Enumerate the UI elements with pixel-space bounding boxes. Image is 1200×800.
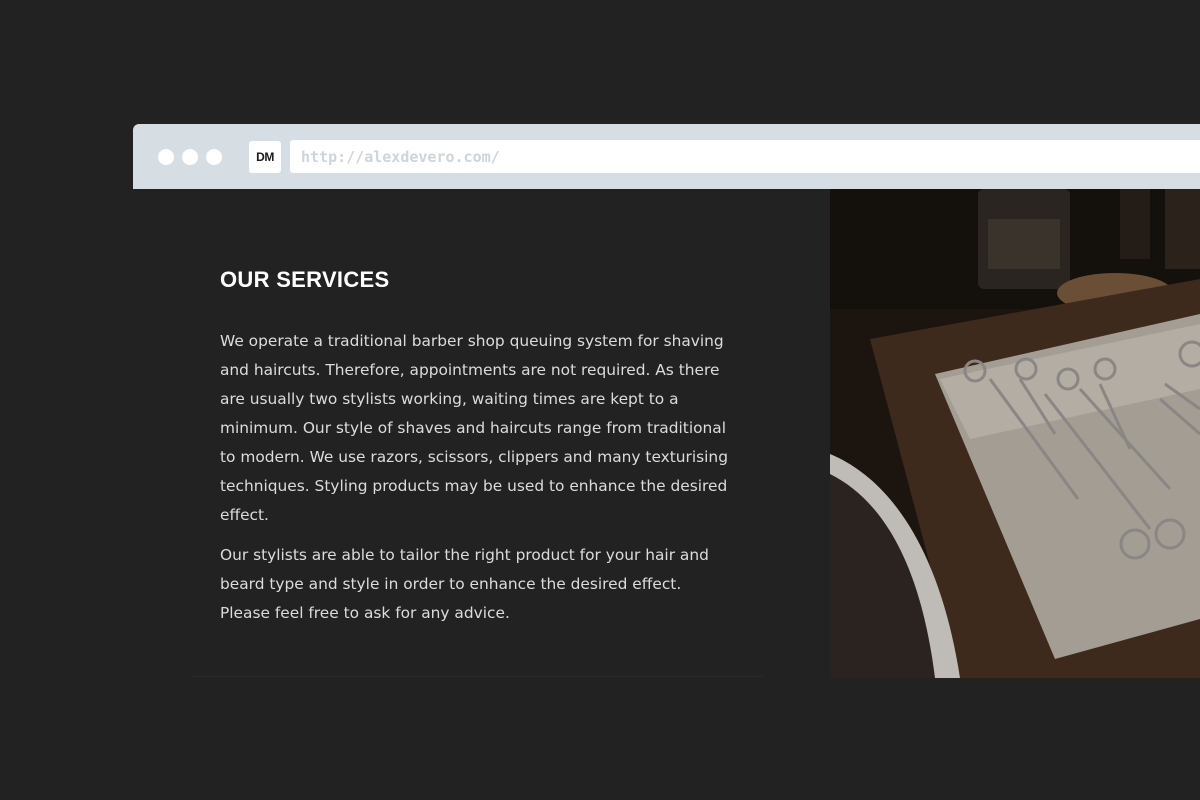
bottle-label-shape	[988, 219, 1060, 269]
services-paragraph-1: We operate a traditional barber shop que…	[220, 332, 728, 524]
bottle-shape	[1165, 189, 1200, 269]
page-content: OUR SERVICES We operate a traditional ba…	[133, 189, 1200, 678]
barber-tools-photo	[830, 189, 1200, 678]
site-favicon: DM	[249, 141, 281, 173]
browser-window: DM http://alexdevero.com/ OUR SERVICES W…	[133, 124, 1200, 678]
window-dot-icon[interactable]	[206, 149, 222, 165]
services-section: OUR SERVICES We operate a traditional ba…	[220, 267, 740, 639]
services-paragraph-2: Our stylists are able to tailor the righ…	[220, 546, 709, 622]
address-bar[interactable]: http://alexdevero.com/	[290, 140, 1200, 173]
browser-toolbar: DM http://alexdevero.com/	[133, 124, 1200, 189]
bottle-shape	[1120, 189, 1150, 259]
window-dot-icon[interactable]	[158, 149, 174, 165]
section-title: OUR SERVICES	[220, 267, 390, 292]
window-dot-icon[interactable]	[182, 149, 198, 165]
barber-tools-illustration	[830, 189, 1200, 678]
section-divider	[193, 676, 763, 677]
